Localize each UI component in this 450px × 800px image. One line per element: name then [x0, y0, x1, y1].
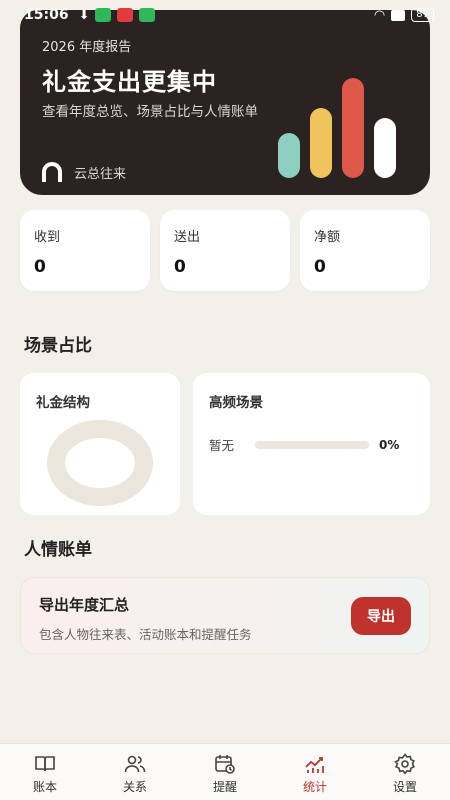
- cloud-summary-icon: [42, 162, 62, 182]
- stat-card-net[interactable]: 净额 0: [300, 210, 430, 291]
- frequent-scene-title: 高频场景: [209, 395, 263, 411]
- bottom-navigation: 账本 关系 提醒 统计 设置: [0, 743, 450, 800]
- status-time: 15:06: [24, 7, 69, 23]
- export-button[interactable]: 导出: [351, 597, 411, 635]
- frequent-scene-bar: [255, 440, 369, 449]
- wifi-icon: ◠: [373, 7, 386, 23]
- nav-label: 统计: [302, 780, 327, 794]
- ledger-icon: [35, 756, 55, 772]
- report-year-tag: 2026 年度报告: [42, 40, 132, 55]
- nav-item-relations[interactable]: 关系: [90, 744, 180, 800]
- nav-item-statistics[interactable]: 统计: [270, 744, 360, 800]
- nav-label: 提醒: [212, 780, 237, 794]
- sim-icon: [391, 9, 406, 21]
- gift-structure-title: 礼金结构: [36, 395, 90, 411]
- chart-icon: [305, 757, 324, 773]
- hero-bar: [374, 118, 396, 178]
- stat-card-sent[interactable]: 送出 0: [160, 210, 290, 291]
- calendar-clock-icon: [215, 755, 235, 774]
- stat-label: 送出: [174, 230, 201, 245]
- report-description: 查看年度总览、场景占比与人情账单: [42, 104, 258, 120]
- annual-report-hero-card: 2026 年度报告 礼金支出更集中 查看年度总览、场景占比与人情账单 云总往来: [20, 10, 430, 195]
- report-headline: 礼金支出更集中: [42, 68, 217, 96]
- nav-label: 设置: [392, 780, 417, 794]
- export-title: 导出年度汇总: [39, 596, 130, 614]
- gift-structure-card[interactable]: 礼金结构: [20, 373, 180, 515]
- hero-bar-illustration: [278, 78, 396, 178]
- people-icon: [124, 755, 146, 773]
- nav-item-ledger[interactable]: 账本: [0, 744, 90, 800]
- gift-structure-donut: [47, 420, 153, 506]
- gear-icon: [394, 753, 415, 775]
- frequent-scene-row: 暂无 0%: [209, 435, 414, 454]
- cloud-summary-label: 云总往来: [74, 166, 127, 182]
- scene-section-title: 场景占比: [24, 336, 92, 356]
- frequent-scene-percent: 0%: [379, 437, 400, 452]
- hero-bar: [278, 133, 300, 178]
- stat-card-received[interactable]: 收到 0: [20, 210, 150, 291]
- battery-icon: 87: [411, 8, 434, 22]
- frequent-scene-name: 暂无: [209, 438, 235, 453]
- video-app-icon: [117, 8, 134, 22]
- nav-item-settings[interactable]: 设置: [360, 744, 450, 800]
- cloud-summary-link[interactable]: 云总往来: [42, 162, 126, 182]
- nav-item-reminders[interactable]: 提醒: [180, 744, 270, 800]
- status-bar: 15:06 ⬇ ◠ 87: [0, 0, 450, 30]
- stat-label: 收到: [34, 230, 61, 245]
- nav-label: 账本: [32, 780, 57, 794]
- stat-value: 0: [34, 257, 46, 277]
- export-subtitle: 包含人物往来表、活动账本和提醒任务: [39, 627, 252, 642]
- wechat-app-icon: [139, 8, 156, 22]
- hero-bar: [342, 78, 364, 178]
- download-icon: ⬇: [78, 7, 90, 23]
- stat-value: 0: [174, 257, 186, 277]
- ledger-section-title: 人情账单: [24, 540, 92, 560]
- hero-bar: [310, 108, 332, 178]
- stat-label: 净额: [314, 230, 341, 245]
- shield-app-icon: [95, 8, 112, 22]
- nav-label: 关系: [122, 780, 147, 794]
- frequent-scene-card[interactable]: 高频场景 暂无 0%: [193, 373, 430, 515]
- stat-value: 0: [314, 257, 326, 277]
- export-annual-summary-card[interactable]: 导出年度汇总 包含人物往来表、活动账本和提醒任务 导出: [20, 577, 430, 654]
